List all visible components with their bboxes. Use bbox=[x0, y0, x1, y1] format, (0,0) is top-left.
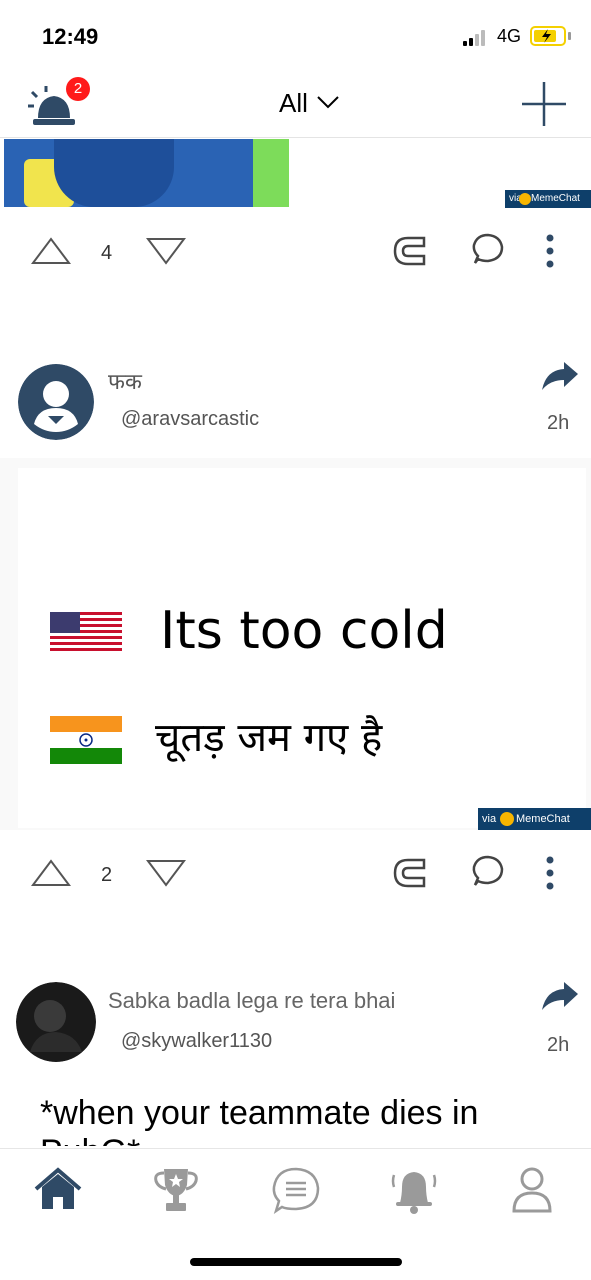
chat-icon[interactable] bbox=[270, 1165, 322, 1215]
downvote-icon[interactable] bbox=[146, 858, 186, 888]
post-actions: 4 bbox=[0, 222, 591, 282]
avatar[interactable] bbox=[18, 364, 94, 440]
status-time: 12:49 bbox=[42, 24, 99, 49]
notifications-icon[interactable] bbox=[388, 1165, 440, 1215]
meme-text: Its too cold bbox=[148, 598, 460, 664]
upvote-icon[interactable] bbox=[31, 858, 71, 888]
share-icon[interactable] bbox=[540, 360, 580, 394]
vote-count: 4 bbox=[101, 242, 113, 264]
network-label: 4G bbox=[497, 26, 522, 46]
feed-filter-dropdown[interactable]: All bbox=[279, 88, 308, 119]
add-post-button[interactable] bbox=[520, 80, 568, 128]
battery-icon bbox=[530, 26, 566, 46]
india-flag-icon bbox=[50, 716, 122, 764]
more-options-icon[interactable] bbox=[545, 234, 555, 268]
post-title: Sabka badla lega re tera bhai bbox=[108, 988, 396, 1013]
username-link[interactable]: @aravsarcastic bbox=[121, 408, 259, 431]
post-time: 2h bbox=[547, 412, 570, 434]
memechat-watermark: via MemeChat App bbox=[478, 808, 591, 847]
magnet-icon[interactable] bbox=[392, 234, 426, 268]
battery-cap bbox=[568, 32, 571, 40]
chevron-down-icon[interactable] bbox=[316, 92, 340, 112]
share-icon[interactable] bbox=[540, 980, 580, 1014]
us-flag-icon bbox=[50, 612, 122, 652]
notification-badge: 2 bbox=[66, 77, 90, 101]
post-image[interactable] bbox=[4, 139, 289, 207]
post-text: *when your teammate dies in PubG* bbox=[40, 1094, 479, 1146]
more-options-icon[interactable] bbox=[545, 856, 555, 890]
comment-icon[interactable] bbox=[469, 854, 505, 890]
post-title: फक bbox=[108, 369, 142, 394]
avatar[interactable] bbox=[16, 982, 96, 1062]
post-header: फक @aravsarcastic 2h bbox=[0, 360, 591, 450]
trophy-icon[interactable] bbox=[150, 1165, 202, 1215]
comment-icon[interactable] bbox=[469, 232, 505, 268]
post-time: 2h bbox=[547, 1034, 570, 1056]
meme-text: चूतड़ जम गए है bbox=[155, 715, 383, 761]
signal-icon bbox=[463, 30, 489, 46]
home-indicator bbox=[190, 1258, 402, 1266]
status-bar: 12:49 4G bbox=[0, 0, 591, 70]
post-actions: 2 bbox=[0, 844, 591, 904]
upvote-icon[interactable] bbox=[31, 236, 71, 266]
home-icon[interactable] bbox=[32, 1165, 84, 1215]
profile-icon[interactable] bbox=[506, 1165, 558, 1215]
magnet-icon[interactable] bbox=[392, 856, 426, 890]
vote-count: 2 bbox=[101, 864, 113, 886]
post-header: Sabka badla lega re tera bhai @skywalker… bbox=[0, 980, 591, 1070]
memechat-watermark: via MemeChat App bbox=[505, 190, 591, 222]
downvote-icon[interactable] bbox=[146, 236, 186, 266]
username-link[interactable]: @skywalker1130 bbox=[121, 1030, 272, 1053]
